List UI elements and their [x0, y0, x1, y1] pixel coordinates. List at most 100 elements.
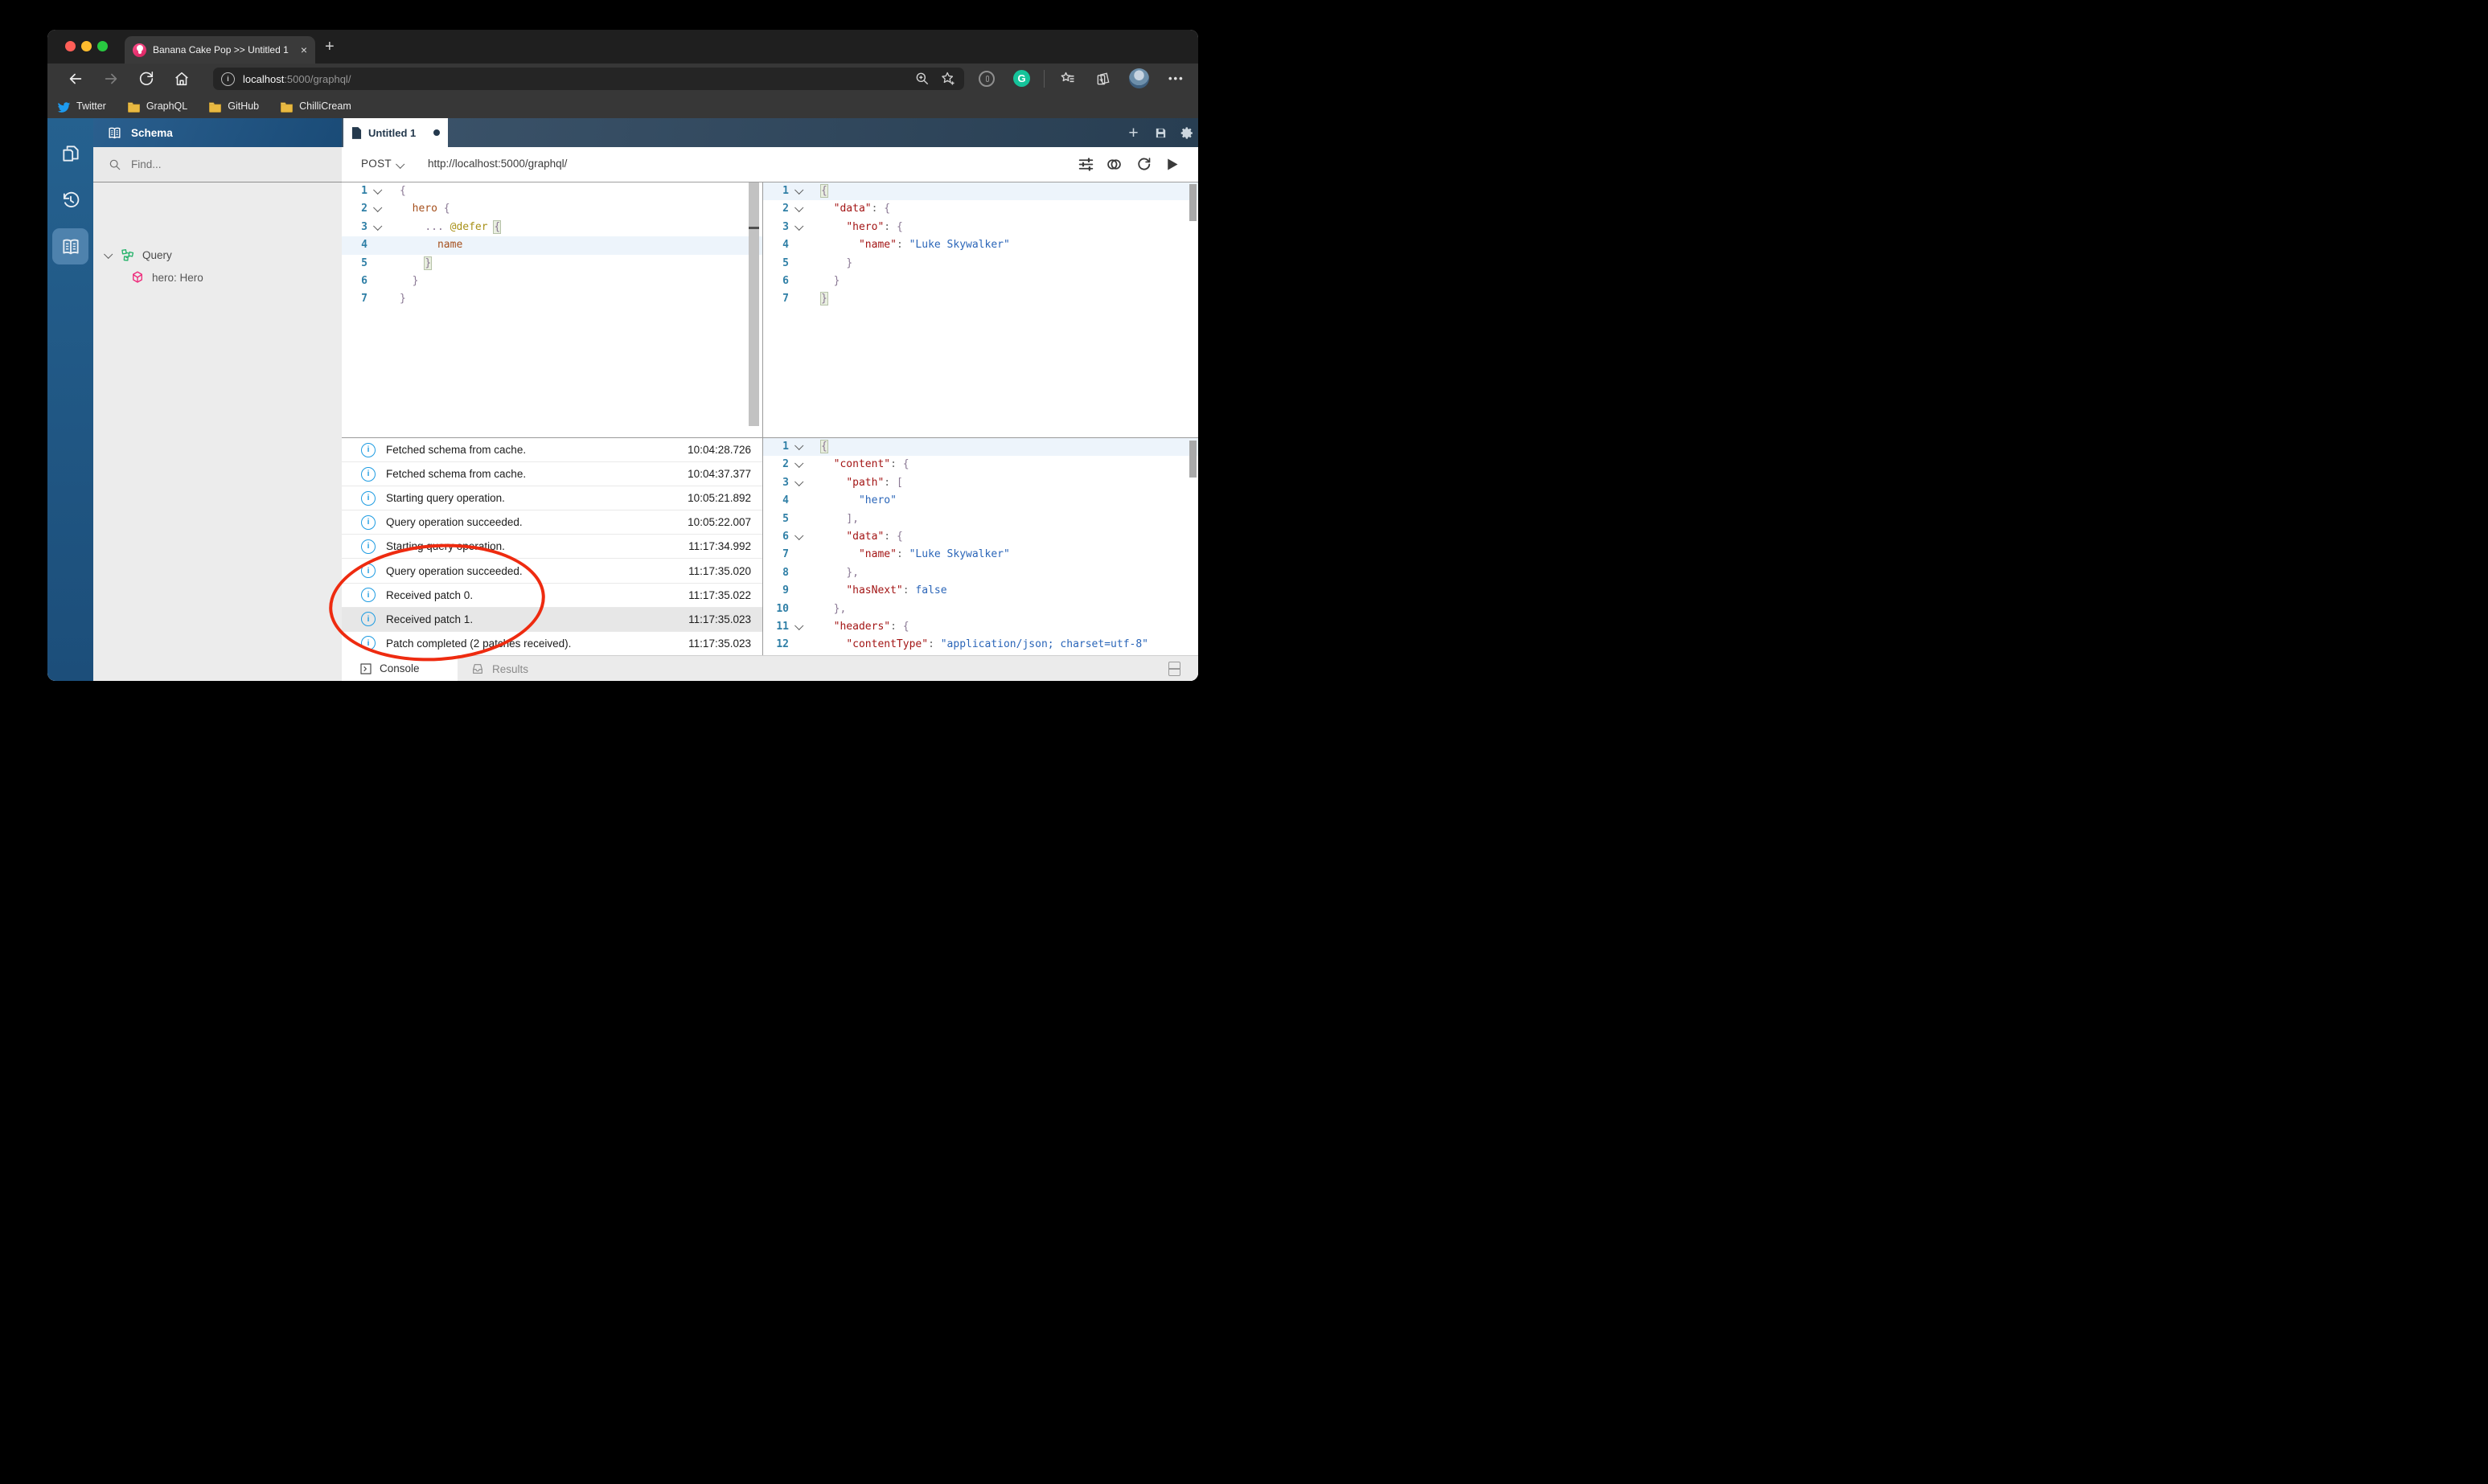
code-line[interactable]: 2 "content": { — [763, 456, 1198, 473]
http-method-select[interactable]: POST — [361, 158, 392, 170]
new-tab-button[interactable]: + — [325, 38, 335, 56]
browser-menu-icon[interactable]: ••• — [1168, 72, 1184, 84]
macos-close-button[interactable] — [65, 41, 76, 51]
add-favorite-star-icon[interactable] — [940, 71, 956, 87]
vertical-splitter[interactable] — [762, 182, 763, 655]
code-line[interactable]: 8 }, — [763, 564, 1198, 582]
address-bar[interactable]: i localhost:5000/graphql/ — [213, 68, 964, 90]
code-line[interactable]: 1{ — [342, 182, 762, 200]
zoom-page-icon[interactable] — [914, 71, 930, 87]
endpoint-url[interactable]: http://localhost:5000/graphql/ — [428, 158, 567, 170]
code-line[interactable]: 2 hero { — [342, 200, 762, 218]
query-editor-scrollbar[interactable] — [749, 182, 759, 426]
fold-chevron-icon[interactable] — [789, 219, 808, 236]
code-line[interactable]: 4 name — [342, 236, 762, 254]
result-viewer[interactable]: 1{2 "content": {3 "path": [4 "hero"5 ],6… — [763, 438, 1198, 655]
macos-zoom-button[interactable] — [97, 41, 108, 51]
bookmark-github[interactable]: GitHub — [208, 100, 259, 113]
grammarly-extension-icon[interactable]: G — [1013, 70, 1030, 87]
code-line[interactable]: 3 "path": [ — [763, 474, 1198, 492]
split-panel-icon[interactable] — [1168, 662, 1180, 676]
code-line[interactable]: 6 "data": { — [763, 528, 1198, 546]
code-line[interactable]: 6 } — [342, 273, 762, 290]
code-line[interactable]: 1{ — [763, 438, 1198, 456]
home-icon[interactable] — [173, 70, 191, 88]
fold-chevron-icon[interactable] — [789, 618, 808, 636]
refetch-schema-icon[interactable] — [1135, 156, 1152, 173]
fold-chevron-icon[interactable] — [367, 200, 387, 218]
console-log-row[interactable]: iQuery operation succeeded.11:17:35.020 — [342, 559, 762, 583]
code-line[interactable]: 5 } — [763, 255, 1198, 273]
fold-chevron-icon[interactable] — [789, 474, 808, 492]
fold-chevron-icon[interactable] — [367, 219, 387, 236]
code-line[interactable]: 7 "name": "Luke Skywalker" — [763, 546, 1198, 564]
tab-close-icon[interactable]: × — [301, 43, 307, 56]
console-log-row[interactable]: iFetched schema from cache.10:04:28.726 — [342, 438, 762, 462]
code-line[interactable]: 12 "contentType": "application/json; cha… — [763, 636, 1198, 654]
tree-node-query[interactable]: Query — [93, 244, 342, 266]
toggle-icon[interactable] — [1106, 156, 1123, 173]
console-log-row[interactable]: iReceived patch 1.11:17:35.023 — [342, 608, 762, 632]
fold-chevron-icon[interactable] — [789, 200, 808, 218]
schema-rail-icon[interactable] — [52, 228, 88, 264]
fold-chevron-icon[interactable] — [789, 456, 808, 473]
tab-results[interactable]: Results — [470, 656, 528, 681]
bookmark-graphql[interactable]: GraphQL — [127, 100, 187, 113]
code-line[interactable]: 3 "hero": { — [763, 219, 1198, 236]
browser-tab[interactable]: Banana Cake Pop >> Untitled 1 × — [125, 36, 315, 64]
code-line[interactable]: 6 } — [763, 273, 1198, 290]
code-line[interactable]: 9 "hasNext": false — [763, 582, 1198, 600]
response-scrollbar[interactable] — [1189, 184, 1197, 221]
document-tab-untitled-1[interactable]: Untitled 1 — [343, 118, 448, 147]
tree-node-hero[interactable]: hero: Hero — [93, 266, 342, 289]
code-line[interactable]: 7} — [763, 290, 1198, 308]
method-chevron-icon[interactable] — [396, 160, 404, 169]
horizontal-splitter[interactable] — [342, 437, 1198, 438]
console-log-row[interactable]: iReceived patch 0.11:17:35.022 — [342, 584, 762, 608]
run-query-button[interactable] — [1164, 156, 1180, 173]
url-text[interactable]: localhost:5000/graphql/ — [243, 73, 905, 85]
site-info-icon[interactable]: i — [221, 72, 235, 86]
console-log-row[interactable]: iPatch completed (2 patches received).11… — [342, 632, 762, 655]
console-log-row[interactable]: iFetched schema from cache.10:04:37.377 — [342, 462, 762, 486]
query-editor[interactable]: 1{2 hero {3 ... @defer {4 name5 }6 }7} — [342, 182, 762, 437]
code-line[interactable]: 5 } — [342, 255, 762, 273]
fold-chevron-icon[interactable] — [789, 438, 808, 456]
console-log-row[interactable]: iStarting query operation.10:05:21.892 — [342, 486, 762, 510]
favorites-list-icon[interactable] — [1060, 71, 1076, 87]
new-document-button[interactable]: + — [1126, 125, 1141, 141]
history-rail-icon[interactable] — [52, 182, 88, 218]
fold-chevron-icon[interactable] — [789, 528, 808, 546]
forward-icon[interactable] — [102, 70, 120, 88]
code-line[interactable]: 4 "hero" — [763, 492, 1198, 510]
result-scrollbar[interactable] — [1189, 441, 1197, 478]
code-line[interactable]: 3 ... @defer { — [342, 219, 762, 236]
code-line[interactable]: 10 }, — [763, 601, 1198, 618]
macos-minimize-button[interactable] — [81, 41, 92, 51]
fold-chevron-icon[interactable] — [789, 182, 808, 200]
documents-rail-icon[interactable] — [52, 135, 88, 171]
settings-gear-button[interactable] — [1180, 125, 1195, 141]
onepassword-extension-icon[interactable] — [979, 71, 995, 87]
code-line[interactable]: 2 "data": { — [763, 200, 1198, 218]
bookmark-twitter[interactable]: Twitter — [57, 100, 106, 113]
fold-chevron-icon[interactable] — [367, 182, 387, 200]
code-line[interactable]: 4 "name": "Luke Skywalker" — [763, 236, 1198, 254]
refresh-icon[interactable] — [138, 70, 155, 88]
response-viewer[interactable]: 1{2 "data": {3 "hero": {4 "name": "Luke … — [763, 182, 1198, 437]
console-log-row[interactable]: iStarting query operation.11:17:34.992 — [342, 535, 762, 559]
chevron-down-icon[interactable] — [104, 250, 113, 259]
save-button[interactable] — [1153, 125, 1168, 141]
code-line[interactable]: 5 ], — [763, 510, 1198, 528]
tab-console[interactable]: Console — [342, 655, 458, 681]
bookmark-chillicream[interactable]: ChilliCream — [280, 100, 351, 113]
console-log-row[interactable]: iQuery operation succeeded.10:05:22.007 — [342, 510, 762, 535]
back-icon[interactable] — [67, 70, 84, 88]
code-line[interactable]: 1{ — [763, 182, 1198, 200]
profile-avatar[interactable] — [1129, 68, 1149, 88]
code-line[interactable]: 7} — [342, 290, 762, 308]
schema-find-input[interactable]: Find... — [93, 147, 342, 182]
code-line[interactable]: 11 "headers": { — [763, 618, 1198, 636]
connection-settings-icon[interactable] — [1078, 156, 1094, 173]
collections-icon[interactable] — [1095, 71, 1111, 87]
